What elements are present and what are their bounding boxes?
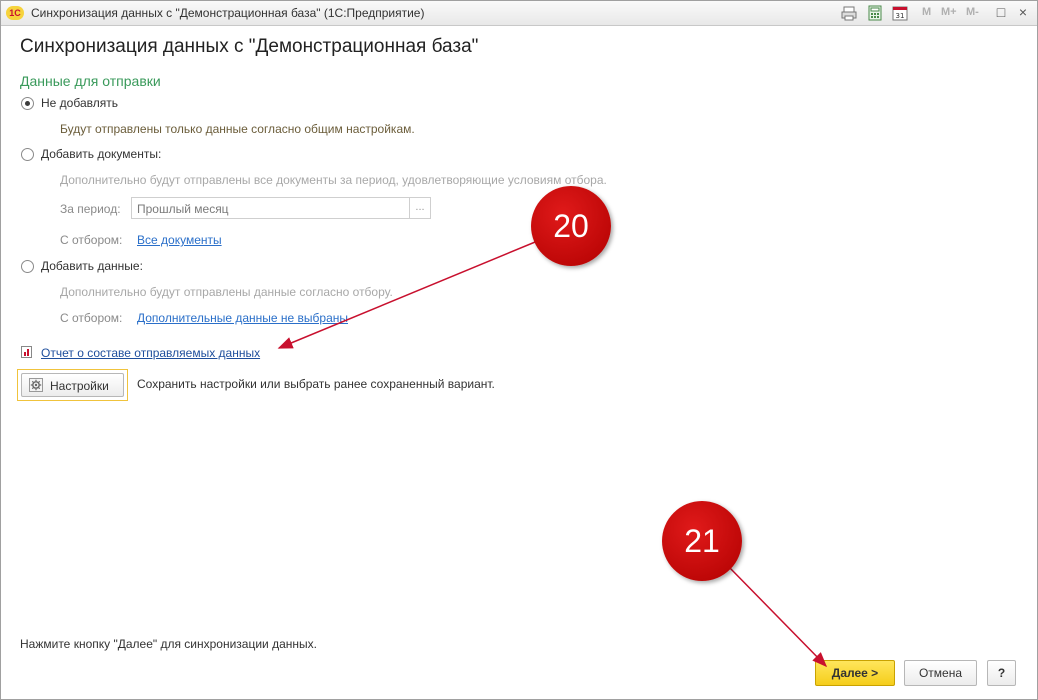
cancel-button[interactable]: Отмена [904, 660, 977, 686]
settings-description: Сохранить настройки или выбрать ранее со… [137, 377, 495, 391]
svg-text:31: 31 [896, 12, 905, 20]
radio-add-data-label[interactable]: Добавить данные: [41, 259, 143, 273]
section-title: Данные для отправки [20, 73, 161, 89]
callout-21-badge: 21 [662, 501, 742, 581]
close-button[interactable]: × [1015, 5, 1031, 21]
radio-add-data[interactable] [21, 260, 34, 273]
print-icon[interactable] [841, 5, 857, 21]
report-link[interactable]: Отчет о составе отправляемых данных [41, 346, 260, 360]
documents-filter-label: С отбором: [60, 233, 123, 247]
radio-no-add[interactable] [21, 97, 34, 110]
window-title: Синхронизация данных с "Демонстрационная… [31, 6, 425, 20]
dialog-window: 1С Синхронизация данных с "Демонстрацион… [0, 0, 1038, 700]
memory-minus-button[interactable]: M- [966, 6, 979, 18]
calendar-icon[interactable]: 31 [892, 5, 908, 21]
help-button[interactable]: ? [987, 660, 1016, 686]
radio-add-documents-label[interactable]: Добавить документы: [41, 147, 161, 161]
callout-20-badge: 20 [531, 186, 611, 266]
no-add-hint: Будут отправлены только данные согласно … [60, 122, 415, 136]
settings-focus-frame: Настройки [17, 369, 128, 401]
footer-hint: Нажмите кнопку "Далее" для синхронизации… [20, 637, 317, 651]
period-value: Прошлый месяц [137, 202, 229, 216]
gear-icon [29, 378, 43, 392]
report-icon [21, 346, 32, 358]
memory-m-button[interactable]: M [922, 6, 931, 18]
period-label: За период: [60, 202, 121, 216]
memory-plus-button[interactable]: M+ [941, 6, 957, 18]
add-documents-hint: Дополнительно будут отправлены все докум… [60, 173, 607, 187]
add-data-hint: Дополнительно будут отправлены данные со… [60, 285, 393, 299]
data-filter-link[interactable]: Дополнительные данные не выбраны [137, 311, 348, 325]
calculator-icon[interactable] [867, 5, 883, 21]
maximize-button[interactable]: □ [993, 5, 1009, 21]
period-input[interactable]: Прошлый месяц ... [131, 197, 431, 219]
app-logo-icon: 1С [6, 6, 24, 20]
title-bar: 1С Синхронизация данных с "Демонстрацион… [1, 1, 1037, 26]
data-filter-label: С отбором: [60, 311, 123, 325]
form-title: Синхронизация данных с "Демонстрационная… [20, 36, 479, 57]
settings-button-label: Настройки [50, 379, 109, 393]
radio-no-add-label[interactable]: Не добавлять [41, 96, 118, 110]
next-button[interactable]: Далее > [815, 660, 895, 686]
documents-filter-link[interactable]: Все документы [137, 233, 222, 247]
settings-button[interactable]: Настройки [21, 373, 124, 397]
radio-add-documents[interactable] [21, 148, 34, 161]
period-select-button[interactable]: ... [409, 198, 430, 218]
